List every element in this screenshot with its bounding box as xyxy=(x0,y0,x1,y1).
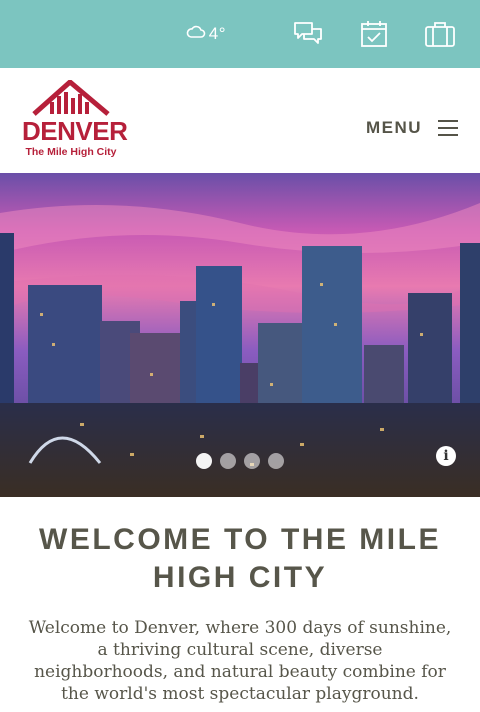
weather-widget[interactable]: 4° xyxy=(186,24,226,44)
carousel-indicators xyxy=(0,453,480,469)
carousel-dot[interactable] xyxy=(244,453,260,469)
suitcase-icon[interactable] xyxy=(422,16,458,52)
denver-logo[interactable]: DENVER The Mile High City xyxy=(22,78,128,162)
cloud-icon xyxy=(186,25,206,44)
carousel-dot[interactable] xyxy=(220,453,236,469)
menu-label: MENU xyxy=(365,118,422,137)
calendar-check-icon[interactable] xyxy=(356,16,392,52)
mountain-skyline-icon xyxy=(32,78,110,116)
logo-wordmark: DENVER xyxy=(22,116,128,146)
weather-temperature: 4° xyxy=(208,24,226,43)
welcome-heading: WELCOME TO THE MILE HIGH CITY xyxy=(39,523,441,594)
carousel-dot[interactable] xyxy=(268,453,284,469)
welcome-section: WELCOME TO THE MILE HIGH CITY Welcome to… xyxy=(0,497,480,705)
menu-button[interactable]: MENU xyxy=(366,118,458,138)
utility-bar: 4° xyxy=(0,0,480,68)
hero-image xyxy=(0,173,480,497)
hero-carousel[interactable]: i xyxy=(0,173,480,497)
logo-tagline: The Mile High City xyxy=(25,146,117,158)
info-icon[interactable]: i xyxy=(436,446,456,466)
carousel-dot[interactable] xyxy=(196,453,212,469)
site-header: DENVER The Mile High City MENU xyxy=(0,68,480,173)
welcome-paragraph: Welcome to Denver, where 300 days of sun… xyxy=(28,618,452,704)
hamburger-icon xyxy=(438,120,458,136)
chat-icon[interactable] xyxy=(290,16,326,52)
